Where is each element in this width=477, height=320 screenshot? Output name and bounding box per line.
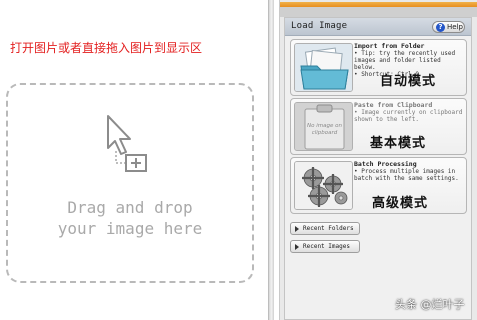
recent-images-button[interactable]: Recent Images: [290, 240, 360, 253]
clipboard-icon: No image on clipboard: [294, 102, 353, 151]
option-title: Batch Processing: [354, 160, 417, 168]
panel-header: Load Image ? Help: [285, 18, 471, 36]
recent-images-label: Recent Images: [303, 243, 350, 250]
help-button[interactable]: ? Help: [432, 21, 465, 33]
option-desc-line: • Image currently on clipboard: [354, 109, 463, 116]
gears-icon: [294, 161, 353, 210]
recent-folders-button[interactable]: Recent Folders: [290, 222, 360, 235]
option-description: • Process multiple images in batch with …: [354, 168, 466, 182]
watermark: 头条 @烂叶子: [395, 298, 465, 311]
mode-label-basic: 基本模式: [370, 136, 427, 151]
expand-arrow-icon: [295, 244, 299, 250]
drop-text-line-1: Drag and drop: [67, 198, 193, 217]
option-desc-line: batch with the same settings.: [354, 175, 459, 182]
expand-arrow-icon: [295, 226, 299, 232]
mode-label-auto: 自动模式: [380, 74, 437, 89]
drop-instructions: Drag and drop your image here: [8, 197, 252, 239]
option-desc-line: • Tip: try the recently used: [354, 50, 456, 57]
option-description: • Image currently on clipboard shown to …: [354, 109, 466, 123]
drop-text-line-2: your image here: [57, 219, 203, 238]
option-title: Import from Folder: [354, 42, 425, 50]
image-drop-zone[interactable]: Drag and drop your image here: [6, 83, 254, 283]
paste-from-clipboard-option[interactable]: No image on clipboard Paste from Clipboa…: [290, 98, 467, 155]
upload-hint: 打开图片或者直接拖入图片到显示区: [10, 41, 203, 55]
recent-folders-label: Recent Folders: [303, 225, 354, 232]
option-desc-line: shown to the left.: [354, 116, 420, 123]
option-desc-line: • Process multiple images in: [354, 168, 456, 175]
load-image-panel: Load Image ? Help Import from Folder • T…: [279, 0, 477, 320]
option-desc-line: images and folder listed: [354, 57, 441, 64]
clipboard-empty-text: clipboard: [312, 130, 338, 136]
clipboard-empty-text: No image on: [307, 123, 342, 129]
help-label: Help: [447, 23, 463, 31]
help-icon: ?: [436, 23, 445, 32]
batch-processing-option[interactable]: Batch Processing • Process multiple imag…: [290, 157, 467, 214]
drag-cursor-icon: [100, 113, 160, 175]
folder-icon: [294, 43, 353, 92]
panel-title: Load Image: [291, 21, 348, 31]
panel-splitter[interactable]: [268, 0, 274, 320]
option-title: Paste from Clipboard: [354, 101, 433, 109]
panel-top-strip: [280, 7, 477, 17]
import-from-folder-option[interactable]: Import from Folder • Tip: try the recent…: [290, 39, 467, 96]
mode-label-advanced: 高级模式: [372, 196, 429, 211]
load-image-box: Load Image ? Help Import from Folder • T…: [284, 17, 472, 320]
